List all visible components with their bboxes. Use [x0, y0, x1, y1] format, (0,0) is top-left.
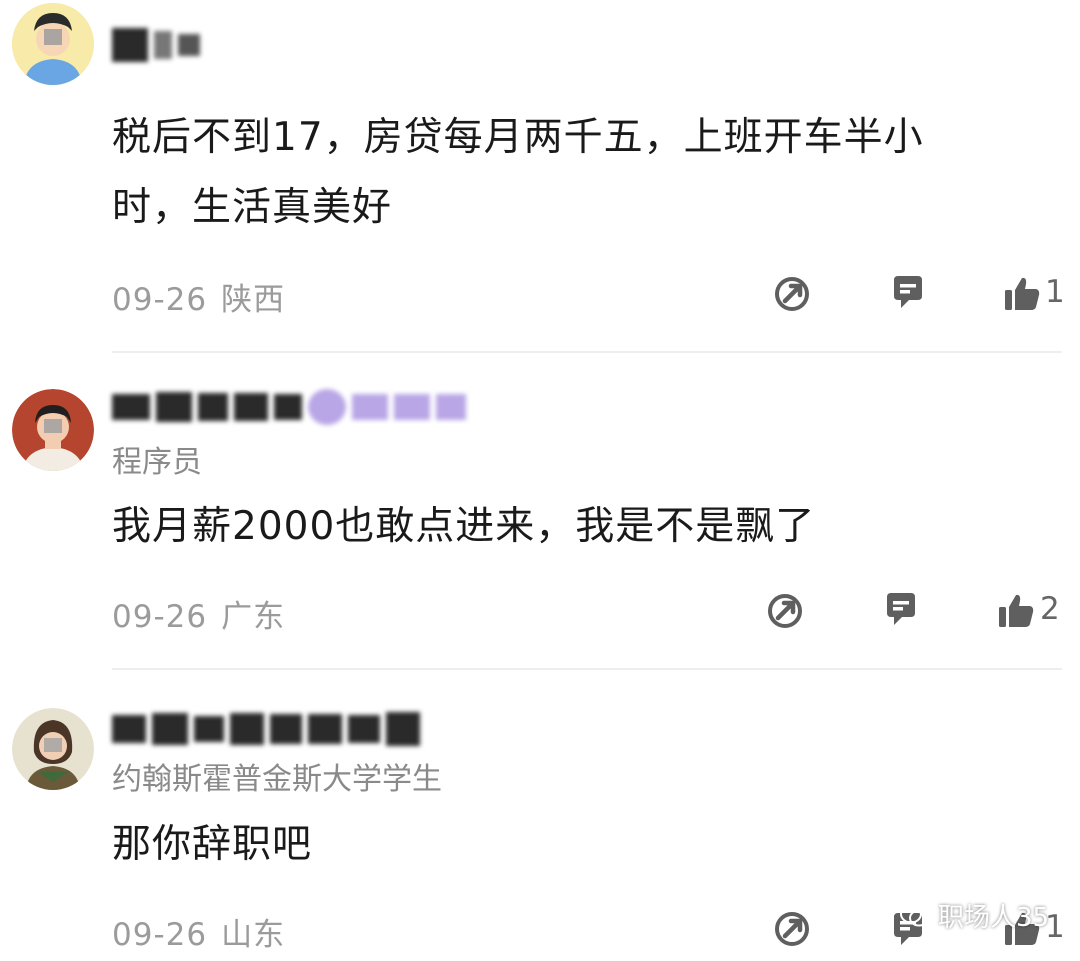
username-blurred[interactable] — [112, 389, 466, 425]
comment-meta: 09-26 陕西 — [112, 274, 285, 319]
share-icon — [775, 277, 809, 311]
reply-button[interactable] — [879, 587, 923, 631]
avatar[interactable] — [12, 708, 94, 790]
comment-location: 广东 — [221, 599, 286, 635]
comment-date: 09-26 — [112, 917, 208, 953]
divider — [112, 351, 1062, 353]
comment-meta: 09-26 广东 — [112, 591, 285, 636]
reply-button[interactable] — [886, 270, 930, 314]
share-icon — [775, 912, 809, 946]
avatar[interactable] — [12, 3, 94, 85]
like-button[interactable] — [994, 589, 1038, 633]
comment-date: 09-26 — [112, 282, 208, 318]
comment-text: 我月薪2000也敢点进来，我是不是飘了 — [112, 504, 816, 549]
divider — [112, 668, 1062, 670]
share-icon — [768, 594, 802, 628]
user-title: 约翰斯霍普金斯大学学生 — [112, 762, 442, 797]
comment-icon — [894, 276, 922, 308]
username-blurred[interactable] — [112, 28, 200, 62]
username-blurred[interactable] — [112, 712, 420, 746]
thumbs-up-icon — [999, 594, 1034, 627]
comment-icon — [887, 593, 915, 625]
comment-location: 山东 — [221, 917, 286, 953]
wechat-icon — [900, 904, 929, 926]
watermark-text: 职场人35 — [938, 903, 1050, 933]
like-count: 2 — [1040, 591, 1060, 627]
watermark: 职场人35 — [900, 897, 1049, 934]
like-count: 1 — [1045, 274, 1065, 310]
comment-date: 09-26 — [112, 599, 208, 635]
thumbs-up-icon — [1005, 277, 1040, 310]
comment-meta: 09-26 山东 — [112, 909, 285, 954]
comment-text: 税后不到17，房贷每月两千五，上班开车半小 时，生活真美好 — [112, 115, 924, 230]
like-button[interactable] — [1000, 272, 1044, 316]
share-button[interactable] — [770, 272, 814, 316]
share-button[interactable] — [763, 589, 807, 633]
share-button[interactable] — [770, 907, 814, 951]
comment-location: 陕西 — [221, 282, 286, 318]
user-title: 程序员 — [112, 445, 202, 480]
avatar[interactable] — [12, 389, 94, 471]
comment-text: 那你辞职吧 — [112, 822, 313, 867]
